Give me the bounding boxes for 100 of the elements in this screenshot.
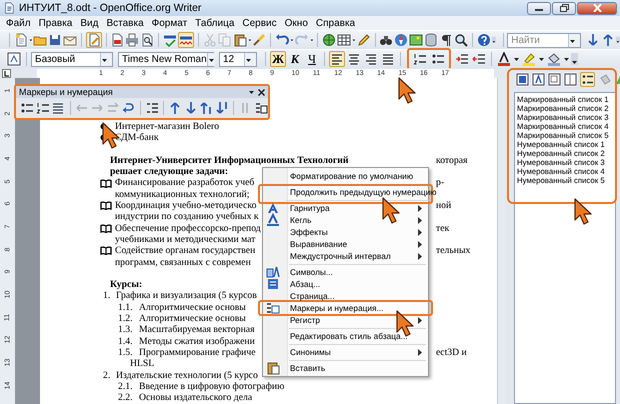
restore-icon	[560, 4, 568, 12]
menu-item[interactable]: Формат	[148, 18, 192, 28]
numbered-list-icon[interactable]	[412, 51, 428, 67]
submenu-arrow-icon	[418, 316, 422, 324]
database-icon[interactable]	[424, 32, 438, 48]
menu-item[interactable]: Вставить	[263, 362, 428, 374]
body-text: Алгоритмические основы	[139, 302, 246, 314]
menu-item[interactable]: Сервис	[238, 18, 281, 28]
body-text: СДМ-банк	[115, 132, 159, 144]
body-text: индустрии по созданию учебных к	[115, 211, 259, 223]
body-text: Введение в цифровую фотографию	[139, 380, 284, 392]
list-number: 1.4.	[118, 336, 134, 347]
font-icon	[266, 201, 280, 215]
body-text: программ, связанных с современ	[115, 256, 251, 268]
body-text: Графика и визуализация (5 курсов	[116, 290, 257, 302]
format-button[interactable]: Ч	[304, 51, 320, 67]
numbered-list-icon[interactable]	[36, 100, 50, 116]
menu-item[interactable]: Эффекты	[263, 226, 428, 238]
window-title: ИНТУИТ_8.odt - OpenOffice.org Writer	[19, 2, 202, 14]
menu-item[interactable]: Гарнитура	[263, 202, 428, 214]
close-button[interactable]	[577, 2, 617, 14]
mouse-pointer-icon	[382, 197, 401, 225]
clipboard-icon	[266, 361, 280, 375]
body-text: тельных	[436, 245, 472, 257]
list-style-icon[interactable]	[580, 72, 595, 87]
format-button[interactable]: К	[287, 51, 303, 67]
body-text: Содействие органам государствен	[115, 245, 256, 257]
pencil-page-icon[interactable]	[86, 32, 102, 48]
globe-icon[interactable]	[322, 32, 336, 48]
paragraph-style-icon[interactable]	[516, 72, 529, 87]
compass-icon[interactable]	[394, 32, 408, 48]
pencil-icon[interactable]	[356, 32, 371, 48]
paragraph-style-field[interactable]: Базовый	[31, 52, 113, 66]
toolbar-title: Маркеры и нумерация	[19, 87, 114, 97]
tab-stop-icon[interactable]	[2, 68, 11, 78]
printer-icon[interactable]	[125, 32, 140, 48]
arrow-down-icon[interactable]	[214, 100, 230, 116]
menu-item[interactable]: Выравнивание	[263, 238, 428, 250]
body-text: тек	[436, 222, 450, 234]
align-left-icon[interactable]	[329, 51, 345, 67]
list-number: 2.	[103, 370, 112, 381]
arrow-up-icon[interactable]	[199, 100, 214, 116]
body-text: учебниками и методическими мат	[115, 234, 256, 246]
table-icon[interactable]	[337, 32, 352, 48]
body-text: Координация учебно-методическо	[115, 200, 256, 212]
spellcheck-underline-icon[interactable]	[178, 32, 194, 48]
picture-icon[interactable]	[409, 32, 424, 48]
font-color-icon[interactable]	[496, 51, 512, 67]
menu-item[interactable]: Файл	[2, 18, 35, 28]
arrow-up-icon[interactable]	[601, 32, 616, 48]
body-text: Финансирование разработок учеб	[115, 177, 254, 189]
clipboard-icon[interactable]	[232, 32, 247, 48]
menu-item[interactable]: Справка	[312, 18, 360, 28]
maximize-button[interactable]	[552, 2, 576, 14]
list-number: 2.1.	[118, 380, 134, 392]
menu-item[interactable]: Окно	[280, 18, 312, 28]
minimize-button[interactable]	[527, 2, 551, 14]
list-number: 1.3.	[118, 324, 134, 336]
menu-item[interactable]: Страница...	[263, 290, 428, 302]
highlighter-icon[interactable]	[521, 51, 537, 67]
search-field[interactable]: Найти	[507, 32, 582, 48]
book-icon	[100, 224, 112, 233]
list-number: 2.2.	[118, 392, 134, 404]
menu-item[interactable]: Вставка	[102, 18, 148, 28]
frame-style-icon[interactable]	[548, 72, 561, 87]
paintbrush-icon[interactable]	[252, 32, 266, 48]
close-icon[interactable]	[258, 88, 265, 96]
close-icon	[592, 4, 602, 12]
heading-text: Курсы:	[110, 279, 142, 290]
styles-window-icon[interactable]	[6, 51, 22, 67]
body-text: Обеспечение профессорско-препод	[115, 222, 261, 234]
help-icon[interactable]	[476, 32, 491, 48]
pdf-icon[interactable]	[110, 32, 124, 48]
format-button[interactable]: Ж	[270, 51, 286, 67]
menu-item[interactable]: Вид	[76, 18, 102, 28]
list-number: 1.	[103, 290, 112, 302]
arrow-down-icon[interactable]	[586, 32, 600, 48]
list-number: 1.2.	[118, 313, 134, 324]
paint-bucket-icon[interactable]	[546, 51, 562, 67]
menu-item[interactable]: Символы...	[263, 266, 428, 278]
body-text: HLSL	[130, 358, 154, 370]
toolbar-overflow-icon[interactable]	[571, 52, 578, 66]
character-style-icon[interactable]	[532, 72, 545, 87]
submenu-arrow-icon	[418, 348, 422, 356]
magnifier-page-icon[interactable]	[140, 32, 154, 48]
new-document-icon[interactable]	[14, 32, 28, 48]
font-name-field[interactable]: Times New Roman	[118, 52, 214, 66]
body-text: Масштабируемая векторная	[139, 324, 255, 336]
font-size-field[interactable]: 12	[219, 52, 257, 66]
symbols-icon	[266, 265, 280, 279]
menu-item[interactable]: Абзац...	[263, 278, 428, 290]
page-style-icon[interactable]	[564, 72, 577, 87]
menu-item[interactable]: Кегль	[263, 214, 428, 226]
pilcrow-icon[interactable]	[439, 32, 454, 48]
list-number: 1.5.	[118, 346, 134, 358]
arrow-down-icon[interactable]	[184, 100, 198, 116]
font-size-icon	[266, 213, 280, 227]
menu-item[interactable]: Таблица	[191, 18, 238, 28]
zoom-icon[interactable]	[454, 32, 468, 48]
menu-item[interactable]: Правка	[34, 18, 76, 28]
